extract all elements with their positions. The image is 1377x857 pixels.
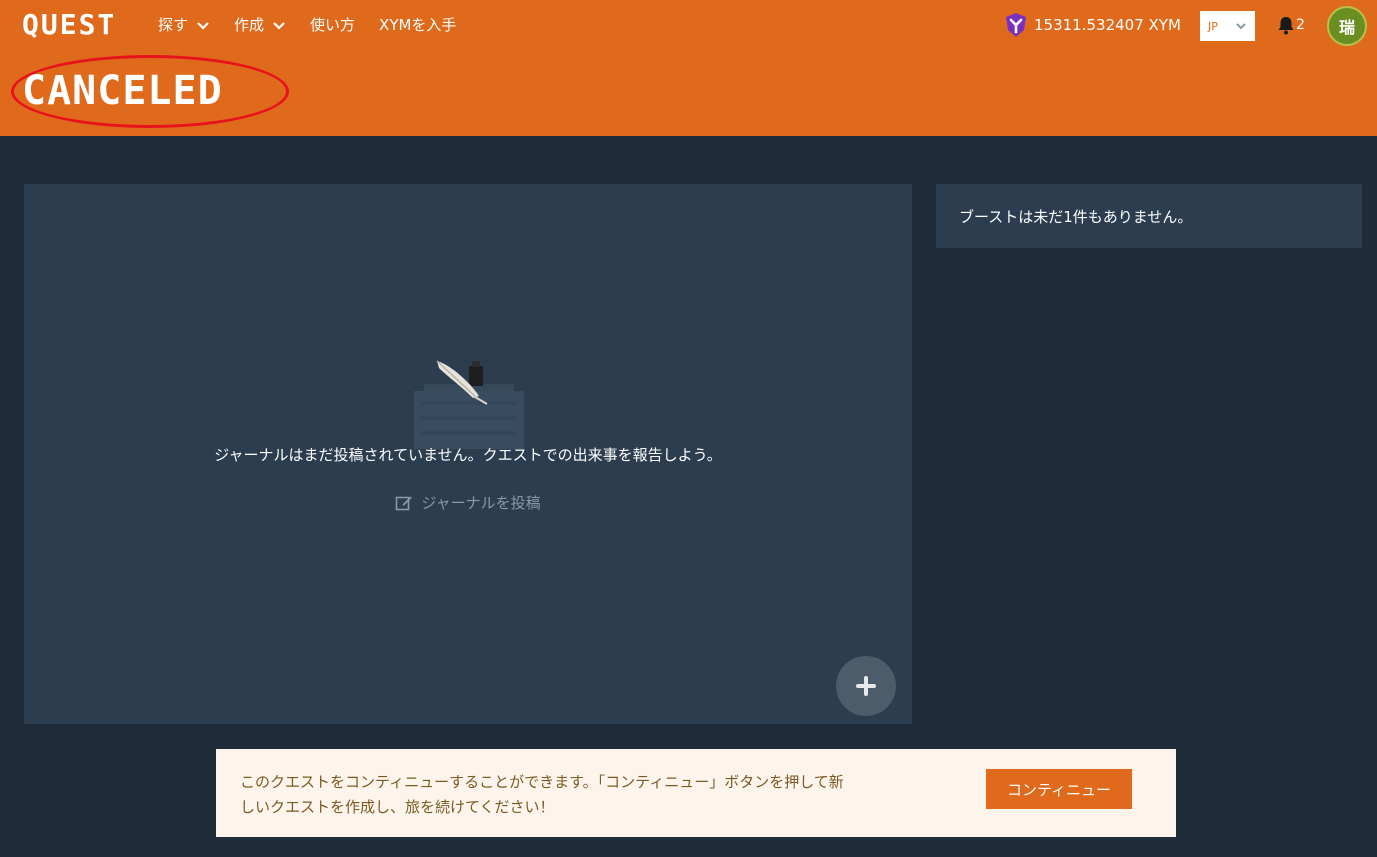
header: QUEST 探す 作成 使い方 XYMを入手 15311.532407 XYM … xyxy=(0,0,1377,136)
bell-icon xyxy=(1278,17,1294,35)
continue-button[interactable]: コンティニュー xyxy=(986,769,1132,809)
highlight-annotation xyxy=(11,55,289,128)
boost-empty-message: ブーストは未だ1件もありません。 xyxy=(959,208,1193,226)
nav-explore-label: 探す xyxy=(158,16,189,34)
post-journal-label: ジャーナルを投稿 xyxy=(421,494,541,512)
nav-howto[interactable]: 使い方 xyxy=(310,14,355,35)
chevron-down-icon xyxy=(273,21,285,30)
nav-explore[interactable]: 探す xyxy=(158,14,210,35)
journal-panel: ジャーナルはまだ投稿されていません。クエストでの出来事を報告しよう。 ジャーナル… xyxy=(24,184,912,724)
language-select[interactable]: JP xyxy=(1200,11,1255,41)
add-journal-button[interactable] xyxy=(836,656,896,716)
plus-icon xyxy=(856,676,876,696)
edit-icon xyxy=(396,496,413,510)
continue-notice-line1: このクエストをコンティニューすることができます。「コンティニュー」ボタンを押して… xyxy=(240,773,844,791)
avatar-initial: 瑞 xyxy=(1338,18,1355,37)
nav-create-label: 作成 xyxy=(234,16,265,34)
quill-ink-icon xyxy=(414,360,524,449)
notifications-button[interactable]: 2 xyxy=(1276,15,1305,35)
nav-create[interactable]: 作成 xyxy=(234,14,286,35)
nav-howto-label: 使い方 xyxy=(310,16,356,34)
avatar[interactable]: 瑞 xyxy=(1327,6,1367,46)
continue-notice-text: このクエストをコンティニューすることができます。「コンティニュー」ボタンを押して… xyxy=(240,770,920,820)
journal-empty-message: ジャーナルはまだ投稿されていません。クエストでの出来事を報告しよう。 xyxy=(214,446,722,464)
app-logo[interactable]: QUEST xyxy=(22,8,116,41)
continue-notice-line2: しいクエストを作成し、旅を続けてください！ xyxy=(240,798,555,816)
nav-get-xym-label: XYMを入手 xyxy=(379,16,457,34)
language-value: JP xyxy=(1208,19,1218,33)
wallet-balance[interactable]: 15311.532407 XYM xyxy=(1004,12,1181,38)
balance-value: 15311.532407 XYM xyxy=(1034,16,1181,34)
continue-notice: このクエストをコンティニューすることができます。「コンティニュー」ボタンを押して… xyxy=(216,749,1176,837)
chevron-down-icon xyxy=(1236,23,1246,30)
post-journal-link[interactable]: ジャーナルを投稿 xyxy=(24,492,912,513)
nav-get-xym[interactable]: XYMを入手 xyxy=(379,14,456,35)
chevron-down-icon xyxy=(197,21,209,30)
main-nav: 探す 作成 使い方 XYMを入手 xyxy=(158,14,480,35)
notification-count: 2 xyxy=(1296,17,1305,33)
boost-panel: ブーストは未だ1件もありません。 xyxy=(936,184,1362,248)
symbol-xym-icon xyxy=(1006,13,1026,37)
